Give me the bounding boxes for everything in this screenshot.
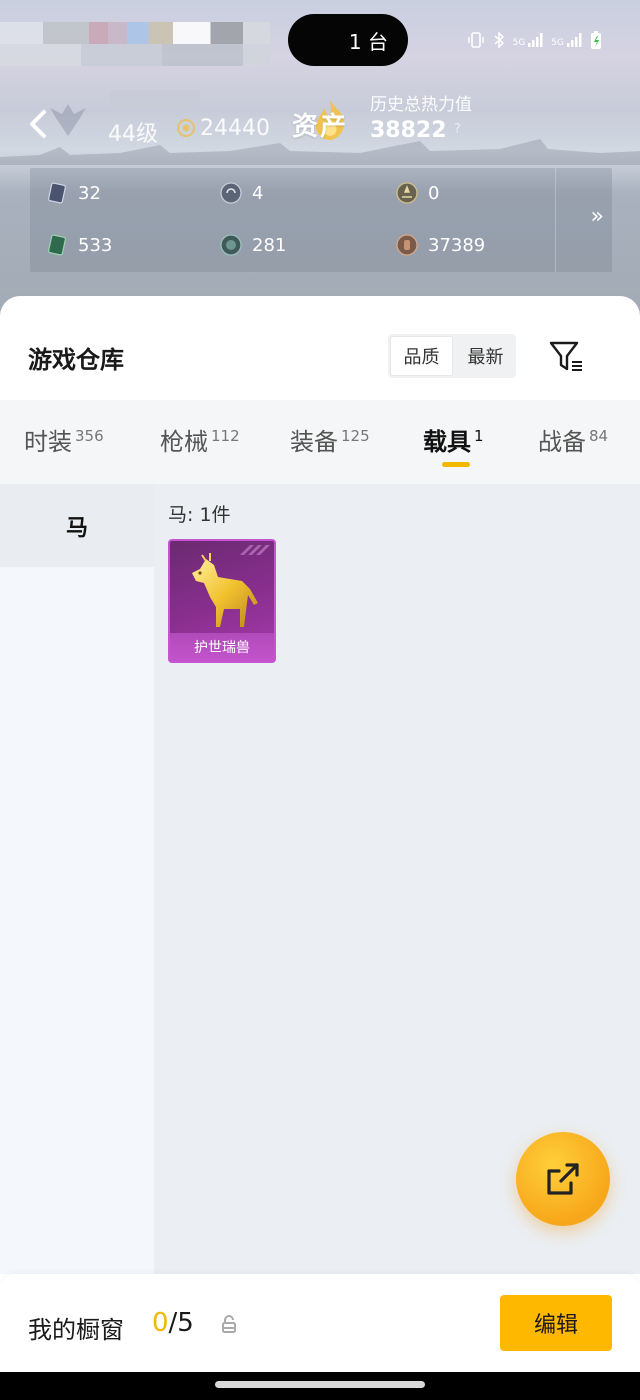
history-heat-label: 历史总热力值 (370, 95, 472, 115)
tab-count: 356 (75, 427, 104, 445)
stat-bronze-coin: 37389 (396, 234, 485, 256)
tab-fashion[interactable]: 时装 356 (24, 422, 104, 457)
history-heat-value: 38822 (370, 118, 447, 143)
tab-vehicles[interactable]: 载具 1 (423, 422, 484, 457)
blurred-title (110, 90, 200, 108)
player-level: 44级 (108, 122, 158, 147)
status-icons: 5G 5G (467, 30, 602, 50)
stat-value: 4 (252, 182, 264, 204)
showcase-total: /5 (168, 1308, 194, 1338)
honor-coin-icon (177, 119, 195, 137)
sidebar-item-horse[interactable]: 马 (0, 484, 154, 567)
signal-2: 5G (551, 32, 582, 48)
blurred-name (0, 44, 270, 66)
stat-medal: 0 (396, 182, 439, 204)
badge-icon (220, 182, 242, 204)
assets-label: 资产 (292, 112, 349, 142)
showcase-current: 0 (152, 1308, 169, 1338)
tab-firearms[interactable]: 枪械 112 (160, 422, 240, 457)
more-stats-button[interactable]: » (591, 204, 605, 229)
tab-equipment[interactable]: 装备 125 (290, 422, 370, 457)
subcategory-sidebar: 马 (0, 484, 154, 1274)
tab-count: 1 (474, 427, 484, 445)
tab-count: 125 (341, 427, 370, 445)
showcase-bar: 我的橱窗 0/5 编辑 (0, 1274, 640, 1372)
card-icon (48, 182, 66, 204)
ticket-icon (48, 234, 66, 256)
warehouse-title: 游戏仓库 (28, 346, 124, 374)
warehouse-card: 游戏仓库 品质 最新 时装 356 枪械 112 装备 125 载具 1 战备 84 马 … (0, 296, 640, 1400)
stat-card: 32 (46, 182, 101, 204)
signal-2-label: 5G (551, 38, 564, 48)
stat-ticket: 533 (46, 234, 112, 256)
tab-supplies[interactable]: 战备 84 (538, 422, 608, 457)
stat-value: 32 (78, 182, 101, 204)
stat-value: 533 (78, 234, 113, 256)
share-export-icon (547, 1163, 579, 1195)
showcase-label: 我的橱窗 (28, 1316, 124, 1344)
battery-icon (591, 31, 601, 49)
golden-horse-icon (192, 553, 258, 627)
coin-balance: 24440 (200, 116, 270, 141)
signal-1: 5G (513, 32, 544, 48)
tab-label: 时装 (24, 428, 72, 456)
stat-value: 37389 (428, 234, 486, 256)
stats-divider (555, 168, 556, 272)
filter-icon[interactable] (548, 338, 584, 374)
stat-value: 0 (428, 182, 440, 204)
vibrate-icon (467, 32, 484, 48)
blurred-avatar (0, 22, 270, 44)
tab-count: 84 (589, 427, 609, 445)
tab-label: 枪械 (160, 428, 208, 456)
item-card[interactable]: 护世瑞兽 (168, 539, 276, 663)
lock-icon (222, 1315, 236, 1333)
asset-stats-panel: 32 4 0 533 281 37389 » (30, 168, 612, 272)
tab-label: 装备 (290, 428, 338, 456)
stat-value: 281 (252, 234, 287, 256)
medal-icon (396, 182, 418, 204)
sort-toggle: 品质 最新 (388, 334, 516, 378)
system-nav-bar (0, 1372, 640, 1400)
share-button[interactable] (516, 1132, 610, 1226)
profile-header: 1 台 5G 5G 44级 24440 资产 历史总热力值 38822 ? 32… (0, 0, 640, 320)
home-indicator[interactable] (215, 1381, 425, 1388)
pill-text: 1 台 (348, 29, 388, 54)
signal-bars-icon (528, 33, 543, 47)
rank-wings-icon (50, 104, 86, 136)
tab-count: 112 (211, 427, 240, 445)
item-name: 护世瑞兽 (170, 633, 274, 661)
signal-1-label: 5G (512, 38, 526, 48)
subcategory-count: 马: 1件 (168, 504, 231, 526)
sort-quality-button[interactable]: 品质 (390, 336, 453, 376)
help-icon[interactable]: ? (454, 122, 461, 137)
showcase-count: 0/5 (152, 1308, 194, 1338)
bronze-coin-icon (396, 234, 418, 256)
stat-badge: 4 (220, 182, 263, 204)
dynamic-island-pill: 1 台 (288, 14, 408, 66)
edit-button[interactable]: 编辑 (500, 1295, 612, 1351)
stat-orb: 281 (220, 234, 286, 256)
tab-label: 战备 (538, 428, 586, 456)
category-tabs: 时装 356 枪械 112 装备 125 载具 1 战备 84 (0, 400, 640, 484)
tab-label: 载具 (423, 428, 471, 456)
signal-bars-icon (567, 33, 582, 47)
active-tab-indicator (442, 462, 470, 467)
orb-icon (220, 234, 242, 256)
bluetooth-icon (494, 31, 504, 49)
sort-latest-button[interactable]: 最新 (455, 334, 516, 378)
